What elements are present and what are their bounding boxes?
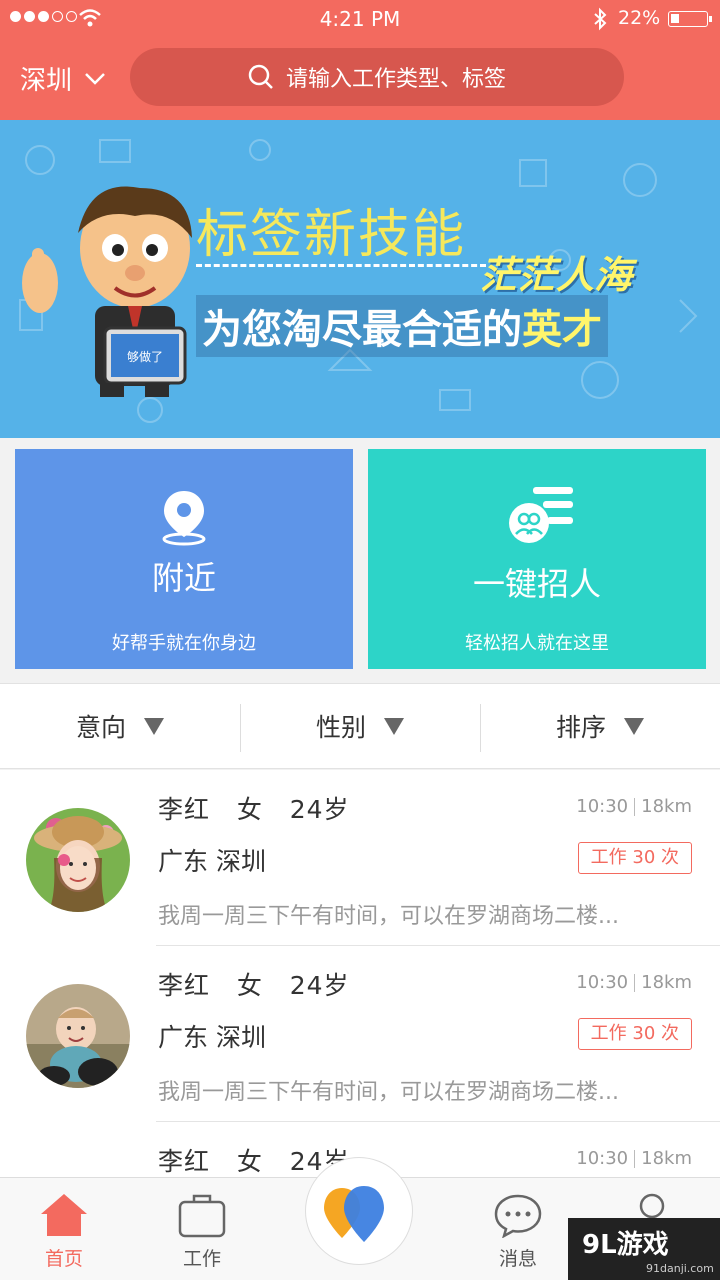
candidate-name: 李红 [158, 795, 211, 824]
nearby-card[interactable]: 附近 好帮手就在你身边 [15, 449, 353, 669]
city-selector[interactable]: 深圳 [20, 60, 106, 97]
candidate-gender: 女 [236, 795, 263, 824]
tab-messages-label: 消息 [498, 1248, 537, 1270]
candidate-age: 24岁 [289, 971, 350, 1000]
nearby-title: 附近 [151, 559, 216, 597]
banner-slogan-highlight: 英才 [522, 307, 602, 353]
banner-logo-text: 够做了 [127, 349, 163, 364]
search-placeholder: 请输入工作类型、标签 [285, 67, 506, 92]
tab-home-label: 首页 [44, 1248, 83, 1270]
candidate-age: 24岁 [289, 795, 350, 824]
work-count-badge: 工作 30 次 [577, 842, 692, 874]
candidate-meta: 10:30 18km [576, 972, 692, 993]
nearby-subtitle: 好帮手就在你身边 [112, 633, 256, 654]
bluetooth-icon [594, 7, 607, 31]
briefcase-icon [178, 1194, 226, 1238]
distance: 18km [641, 796, 692, 817]
recruit-subtitle: 轻松招人就在这里 [465, 633, 609, 654]
banner-slogan-text: 为您淘尽最合适的 [202, 307, 522, 353]
watermark-brand: 9L游戏 [582, 1230, 669, 1260]
candidate-list: 李红 女 24岁 10:30 18km 广东 深圳 工作 30 次 我周一周三下午… [0, 770, 720, 1177]
center-action-button[interactable] [305, 1157, 413, 1265]
search-input[interactable]: 请输入工作类型、标签 [130, 48, 624, 106]
avatar [26, 808, 130, 912]
banner-slogan: 为您淘尽最合适的英才 [196, 295, 608, 357]
candidate-info: 李红 女 24岁 [158, 790, 350, 826]
post-time: 10:30 [576, 972, 629, 993]
filter-gender-label: 性别 [315, 713, 366, 742]
post-time: 10:30 [576, 796, 629, 817]
avatar [26, 984, 130, 1088]
recruit-title: 一键招人 [472, 565, 601, 603]
filter-sort-label: 排序 [555, 713, 606, 742]
dropdown-triangle-icon [624, 717, 644, 735]
list-item[interactable]: 李红 女 24岁 10:30 18km 广东 深圳 工作 30 次 我周一周三下午… [0, 770, 720, 946]
banner-divider [196, 264, 486, 267]
location-pin-icon [162, 491, 206, 546]
tab-messages[interactable]: 消息 [468, 1178, 568, 1280]
list-item[interactable]: 李红 女 24岁 10:30 18km 广东 深圳 工作 30 次 我周一周三下午… [0, 946, 720, 1122]
watermark-site: 91danji.com [646, 1262, 714, 1275]
candidate-location: 广东 深圳 [158, 1023, 266, 1052]
candidate-name: 李红 [158, 1147, 211, 1176]
home-icon [41, 1194, 87, 1236]
candidate-location: 广东 深圳 [158, 847, 266, 876]
dropdown-triangle-icon [384, 717, 404, 735]
candidate-info: 李红 女 24岁 [158, 966, 350, 1002]
recruit-card[interactable]: 一键招人 轻松招人就在这里 [368, 449, 706, 669]
distance: 18km [641, 1148, 692, 1169]
chevron-down-icon [85, 72, 105, 85]
city-label: 深圳 [20, 66, 73, 96]
work-count-badge: 工作 30 次 [577, 1018, 692, 1050]
battery-icon [668, 11, 712, 27]
battery-percent: 22% [618, 7, 661, 29]
mascot-illustration: 够做了 [22, 186, 192, 397]
top-header: 4:21 PM 22% 深圳 请输入工作类型、标签 [0, 0, 720, 120]
chat-bubble-icon [494, 1194, 542, 1238]
watermark: 9L游戏 91danji.com [568, 1218, 720, 1280]
filter-intention-label: 意向 [75, 713, 126, 742]
filter-sort[interactable]: 排序 [480, 684, 720, 768]
candidate-meta: 10:30 18km [576, 796, 692, 817]
distance: 18km [641, 972, 692, 993]
promo-banner[interactable]: 够做了 标签新技能 茫茫人海 为您淘尽最合适的英才 [0, 120, 720, 438]
tab-work-label: 工作 [182, 1248, 221, 1270]
status-time: 4:21 PM [319, 7, 401, 31]
candidate-description: 我周一周三下午有时间，可以在罗湖商场二楼... [158, 1080, 619, 1105]
tab-home[interactable]: 首页 [14, 1178, 114, 1280]
app-logo-icon [324, 1186, 384, 1242]
banner-subheadline: 茫茫人海 [480, 253, 633, 297]
banner-headline: 标签新技能 [196, 205, 467, 265]
candidate-description: 我周一周三下午有时间，可以在罗湖商场二楼... [158, 904, 619, 929]
dropdown-triangle-icon [144, 717, 164, 735]
candidate-gender: 女 [236, 971, 263, 1000]
candidate-name: 李红 [158, 971, 211, 1000]
status-bar: 4:21 PM 22% [0, 0, 720, 38]
search-icon [248, 64, 273, 89]
filter-intention[interactable]: 意向 [0, 684, 240, 768]
candidate-meta: 10:30 18km [576, 1148, 692, 1169]
candidate-gender: 女 [236, 1147, 263, 1176]
tab-work[interactable]: 工作 [152, 1178, 252, 1280]
filter-bar: 意向 性别 排序 [0, 683, 720, 769]
recruit-icon [509, 487, 573, 543]
filter-gender[interactable]: 性别 [240, 684, 480, 768]
post-time: 10:30 [576, 1148, 629, 1169]
